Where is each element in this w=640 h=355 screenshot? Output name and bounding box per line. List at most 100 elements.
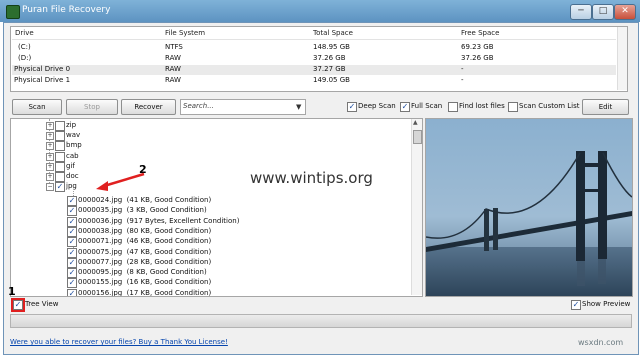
expand-icon[interactable]: + (46, 142, 54, 151)
file-checkbox[interactable]: ✓ (67, 237, 77, 248)
file-checkbox[interactable]: ✓ (67, 216, 77, 227)
drive-free: - (461, 65, 464, 73)
file-item[interactable]: 0000071.jpg (46 KB, Good Condition) (78, 237, 211, 245)
chevron-down-icon[interactable]: ▼ (296, 103, 301, 111)
header-total-space[interactable]: Total Space (313, 29, 353, 37)
folder-item[interactable]: jpg (66, 182, 77, 190)
folder-checkbox[interactable] (55, 141, 65, 152)
expand-icon[interactable]: + (46, 132, 54, 141)
file-item[interactable]: 0000036.jpg (917 Bytes, Excellent Condit… (78, 217, 239, 225)
file-item[interactable]: 0000038.jpg (80 KB, Good Condition) (78, 227, 211, 235)
file-item[interactable]: 0000024.jpg (41 KB, Good Condition) (78, 196, 211, 204)
file-checkbox[interactable]: ✓ (67, 247, 77, 258)
find-lost-files-checkbox[interactable] (448, 102, 458, 112)
folder-item[interactable]: cab (66, 152, 79, 160)
expand-icon[interactable]: + (46, 173, 54, 181)
drive-fs: NTFS (165, 43, 183, 51)
full-scan-checkbox[interactable]: ✓ (400, 102, 410, 112)
tree-scrollbar-thumb[interactable] (413, 130, 422, 144)
collapse-icon[interactable]: − (46, 183, 54, 192)
file-item[interactable]: 0000075.jpg (47 KB, Good Condition) (78, 248, 211, 256)
file-item[interactable]: 0000156.jpg (17 KB, Good Condition) (78, 289, 211, 296)
scan-button[interactable]: Scan (12, 99, 62, 115)
drive-total: 37.27 GB (313, 65, 346, 73)
annotation-arrow (96, 172, 145, 191)
stop-button[interactable]: Stop (66, 99, 118, 115)
header-drive[interactable]: Drive (15, 29, 34, 37)
header-free-space[interactable]: Free Space (461, 29, 499, 37)
full-scan-label: Full Scan (411, 102, 443, 110)
preview-image (425, 119, 633, 296)
file-item[interactable]: 0000155.jpg (16 KB, Good Condition) (78, 278, 211, 286)
file-checkbox[interactable]: ✓ (67, 257, 77, 268)
drive-name: (D:) (18, 54, 32, 62)
folder-checkbox[interactable] (55, 172, 65, 182)
edit-button[interactable]: Edit (582, 99, 629, 115)
folder-item[interactable]: bmp (66, 141, 82, 149)
drive-free: 69.23 GB (461, 43, 494, 51)
folder-checkbox[interactable] (55, 161, 65, 172)
drive-name: (C:) (18, 43, 31, 51)
drive-list[interactable]: Drive File System Total Space Free Space… (10, 26, 628, 92)
drive-row-selected[interactable]: Physical Drive 0 RAW 37.27 GB - (12, 65, 616, 75)
file-item[interactable]: 0000035.jpg (3 KB, Good Condition) (78, 206, 207, 214)
close-button[interactable]: ✕ (614, 4, 636, 20)
drive-row[interactable]: (C:) NTFS 148.95 GB 69.23 GB (12, 43, 616, 53)
drive-total: 148.95 GB (313, 43, 350, 51)
maximize-button[interactable]: □ (592, 4, 614, 20)
preview-panel (425, 118, 633, 297)
file-checkbox[interactable]: ✓ (67, 196, 77, 206)
buy-license-link[interactable]: Were you able to recover your files? Buy… (10, 338, 228, 346)
drive-total: 149.05 GB (313, 76, 350, 84)
search-placeholder: Search... (183, 102, 214, 110)
file-tree[interactable]: + zip + wav + bmp + cab + gif + doc − ✓ jpg ✓ 0000024.jp… (10, 118, 423, 297)
scan-custom-list-label: Scan Custom List (519, 102, 580, 110)
folder-item[interactable]: doc (66, 172, 79, 180)
minimize-button[interactable]: ─ (570, 4, 592, 20)
folder-item[interactable]: gif (66, 162, 75, 170)
folder-checkbox[interactable] (55, 121, 65, 131)
file-item[interactable]: 0000077.jpg (28 KB, Good Condition) (78, 258, 211, 266)
drive-row[interactable]: Physical Drive 1 RAW 149.05 GB - (12, 76, 616, 86)
drive-free: - (461, 76, 464, 84)
search-input[interactable]: Search... ▼ (180, 99, 306, 115)
folder-checkbox[interactable] (55, 151, 65, 162)
recover-button[interactable]: Recover (121, 99, 176, 115)
file-checkbox[interactable]: ✓ (67, 288, 77, 296)
drive-name: Physical Drive 1 (14, 76, 71, 84)
file-item[interactable]: 0000095.jpg (8 KB, Good Condition) (78, 268, 207, 276)
app-icon (6, 5, 20, 19)
tree-scrollbar[interactable]: ▲ (411, 119, 422, 295)
file-checkbox[interactable]: ✓ (67, 206, 77, 217)
drive-fs: RAW (165, 76, 181, 84)
tree-view-checkbox[interactable]: ✓ (13, 300, 23, 310)
progress-bar (10, 314, 632, 328)
drive-fs: RAW (165, 54, 181, 62)
watermark-text: www.wintips.org (250, 169, 373, 187)
scan-custom-list-checkbox[interactable] (508, 102, 518, 112)
file-checkbox[interactable]: ✓ (67, 278, 77, 289)
folder-item[interactable]: zip (66, 121, 76, 129)
folder-checkbox[interactable]: ✓ (55, 182, 65, 193)
show-preview-checkbox[interactable]: ✓ (571, 300, 581, 310)
deep-scan-checkbox[interactable]: ✓ (347, 102, 357, 112)
drive-free: 37.26 GB (461, 54, 494, 62)
drive-fs: RAW (165, 65, 181, 73)
file-checkbox[interactable]: ✓ (67, 226, 77, 237)
find-lost-files-label: Find lost files (459, 102, 505, 110)
file-checkbox[interactable]: ✓ (67, 268, 77, 279)
drive-row[interactable]: (D:) RAW 37.26 GB 37.26 GB (12, 54, 616, 64)
header-file-system[interactable]: File System (165, 29, 205, 37)
deep-scan-label: Deep Scan (358, 102, 396, 110)
expand-icon[interactable]: + (46, 152, 54, 161)
folder-checkbox[interactable] (55, 131, 65, 142)
folder-item[interactable]: wav (66, 131, 80, 139)
show-preview-label: Show Preview (582, 300, 631, 308)
expand-icon[interactable]: + (46, 162, 54, 171)
tree-view-label: Tree View (25, 300, 59, 308)
scroll-up-arrow[interactable]: ▲ (413, 119, 418, 126)
window-title: Puran File Recovery (22, 5, 111, 15)
expand-icon[interactable]: + (46, 122, 54, 130)
drive-list-scrollbar[interactable] (617, 27, 627, 90)
drive-name: Physical Drive 0 (14, 65, 71, 73)
